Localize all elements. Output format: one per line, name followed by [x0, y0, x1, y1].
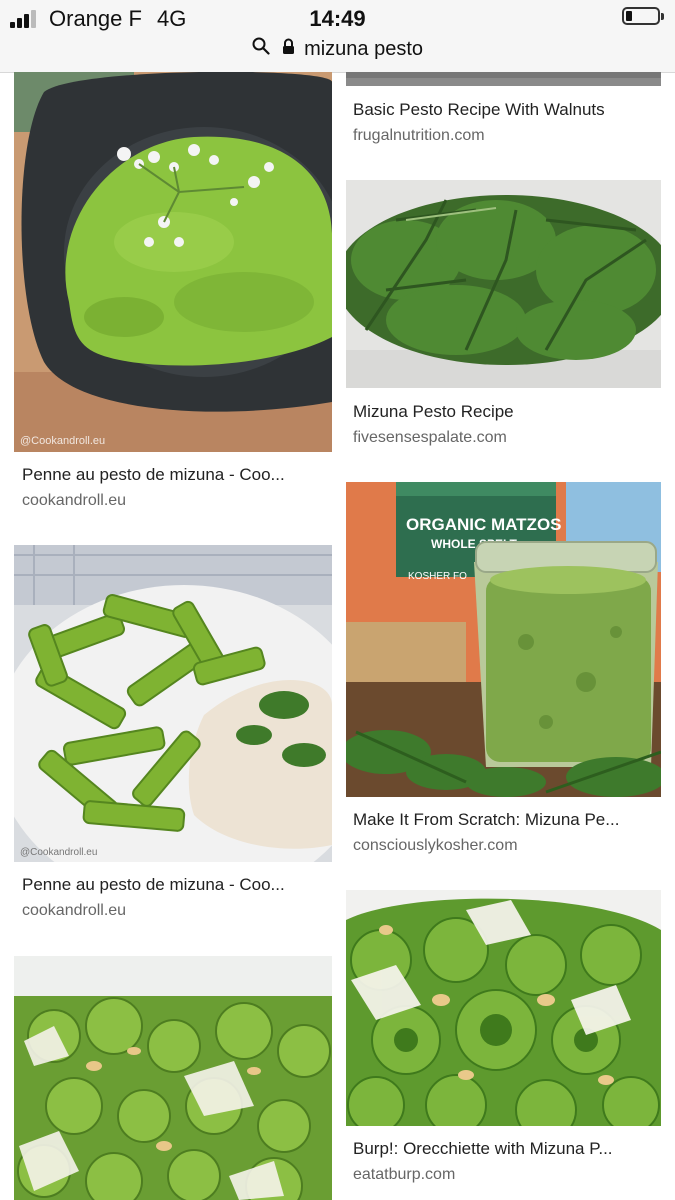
image-watermark: @Cookandroll.eu: [20, 847, 97, 858]
lock-icon: [282, 38, 295, 61]
address-bar[interactable]: mizuna pesto: [0, 37, 675, 63]
result-thumbnail-mizuna-greens[interactable]: [346, 180, 661, 388]
search-icon: [252, 37, 270, 61]
result-thumbnail-pesto-bowl[interactable]: @Cookandroll.eu: [14, 72, 332, 452]
search-query: mizuna pesto: [304, 37, 424, 60]
result-thumbnail-orecchiette-closeup[interactable]: [346, 890, 661, 1126]
result-thumbnail-walnut-pesto[interactable]: [346, 72, 661, 86]
result-title[interactable]: Burp!: Orecchiette with Mizuna P...: [353, 1139, 613, 1159]
image-watermark: @Cookandroll.eu: [20, 435, 105, 447]
result-thumbnail-penne[interactable]: @Cookandroll.eu: [14, 545, 332, 862]
result-site: eatatburp.com: [353, 1166, 456, 1183]
result-title[interactable]: Basic Pesto Recipe With Walnuts: [353, 100, 605, 120]
result-site: fivesensespalate.com: [353, 429, 507, 446]
result-thumbnail-orecchiette[interactable]: [14, 956, 332, 1200]
result-site: consciouslykosher.com: [353, 837, 518, 854]
result-thumbnail-pesto-jar[interactable]: ORGANIC MATZOS WHOLE SPELT KOSHER FO: [346, 482, 661, 797]
package-text: ORGANIC MATZOS: [406, 515, 562, 534]
result-title[interactable]: Mizuna Pesto Recipe: [353, 402, 514, 422]
result-site: cookandroll.eu: [22, 492, 127, 509]
result-site: cookandroll.eu: [22, 902, 127, 919]
battery-icon: [622, 7, 664, 25]
result-title[interactable]: Penne au pesto de mizuna - Coo...: [22, 465, 285, 485]
result-title[interactable]: Make It From Scratch: Mizuna Pe...: [353, 810, 619, 830]
status-bar: Orange F 4G 14:49 mizuna pesto: [0, 0, 675, 73]
package-text: KOSHER FO: [408, 571, 467, 582]
result-title[interactable]: Penne au pesto de mizuna - Coo...: [22, 875, 285, 895]
result-site: frugalnutrition.com: [353, 127, 485, 144]
clock: 14:49: [309, 6, 366, 31]
